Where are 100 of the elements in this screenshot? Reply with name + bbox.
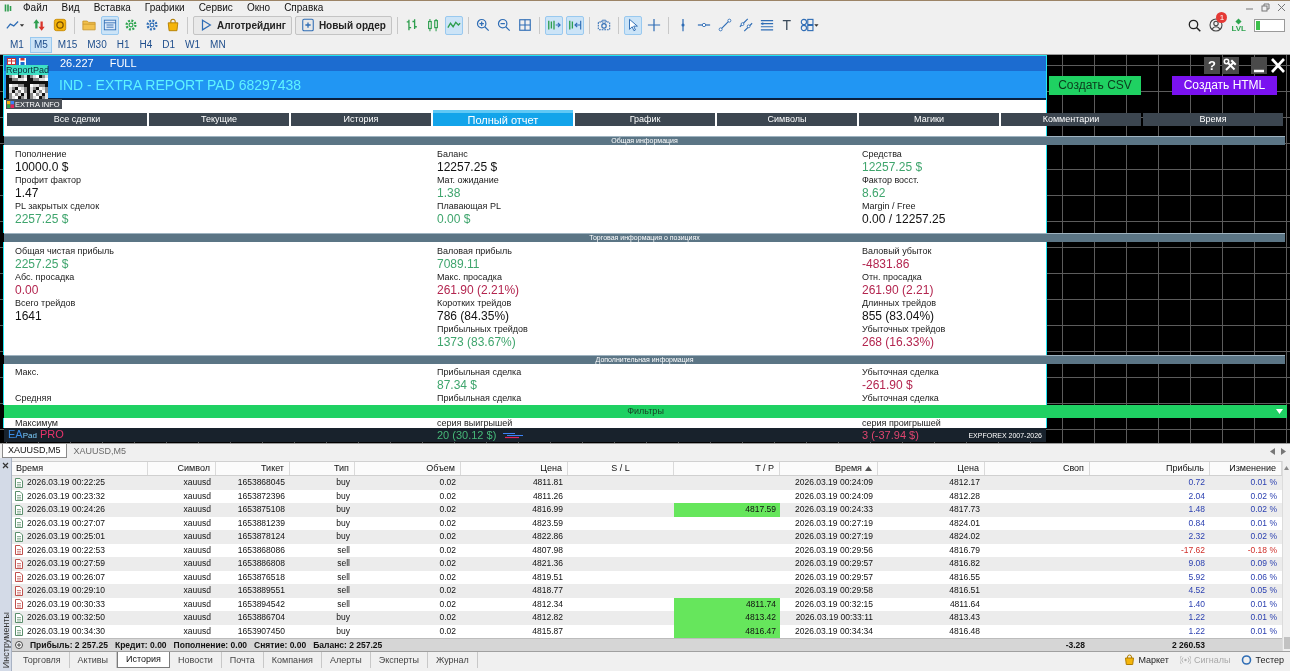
close-icon[interactable] (2, 462, 9, 469)
report-tab[interactable]: Комментарии (1001, 113, 1141, 126)
status-link[interactable]: Тестер (1241, 654, 1284, 666)
status-link[interactable]: Маркет (1124, 654, 1169, 666)
scroll-left-icon[interactable] (1270, 447, 1275, 455)
settings-icon (145, 18, 159, 32)
menu-item[interactable]: Файл (16, 1, 55, 14)
report-tab[interactable]: История (291, 113, 431, 126)
trendline-icon (717, 18, 732, 32)
table-cell-text: sell (336, 597, 351, 611)
table-cell-text: 2026.03.19 00:33:11 (794, 611, 874, 624)
create-report-button[interactable]: Создать CSV (1049, 76, 1141, 95)
column-header[interactable]: Объем (355, 462, 461, 475)
scroll-right-icon[interactable] (1281, 447, 1286, 455)
text-tool-button[interactable]: T (778, 15, 795, 35)
report-tab[interactable]: График (575, 113, 715, 126)
panel-tab[interactable]: Почта (221, 652, 264, 668)
timeframe-tab[interactable]: H1 (112, 37, 134, 53)
tool-button[interactable] (101, 15, 119, 35)
stat-value: 12257.25 $ (862, 160, 923, 174)
column-header[interactable]: S / L (568, 462, 674, 475)
plus-circle-icon[interactable] (15, 641, 23, 649)
chart-tab[interactable]: XAUUSD,M5 (2, 444, 67, 458)
tools-icon[interactable] (1222, 57, 1239, 74)
line-chart-menu-icon (6, 18, 25, 32)
lines-icon (759, 18, 774, 32)
column-header[interactable]: Тикет (216, 462, 290, 475)
menu-item[interactable]: Графики (137, 1, 192, 14)
scroll-thumb[interactable] (1283, 637, 1290, 649)
panel-tab[interactable]: Компания (263, 652, 322, 668)
panel-tab[interactable]: Журнал (427, 652, 478, 668)
stat-value: -4831.86 (862, 257, 910, 271)
column-header[interactable]: Время (12, 462, 148, 475)
account-icon[interactable] (1209, 18, 1224, 32)
column-header[interactable]: Тип (290, 462, 355, 475)
menu-item[interactable]: Сервис (191, 1, 240, 14)
column-header[interactable]: Время (780, 462, 878, 475)
toolbar-button[interactable]: Алготрейдинг (193, 15, 292, 35)
stat-label: Мат. ожидание (437, 175, 499, 186)
column-header[interactable]: Своп (985, 462, 1090, 475)
menu-item[interactable]: Справка (277, 1, 331, 14)
table-cell-text: buy (335, 530, 351, 543)
report-tab[interactable]: Символы (717, 113, 857, 126)
timeframe-tab[interactable]: MN (206, 37, 230, 53)
summary-item: Снятие: 0.00 (254, 639, 307, 651)
panel-tab[interactable]: Новости (169, 652, 222, 668)
menu-item[interactable]: Окно (239, 1, 278, 14)
report-tab[interactable]: Магики (859, 113, 999, 126)
tool-button[interactable] (444, 15, 463, 35)
tool-button[interactable] (623, 15, 642, 35)
create-report-button[interactable]: Создать HTML (1172, 76, 1277, 95)
summary-item: Кредит: 0.00 (114, 639, 167, 651)
panel-tab[interactable]: Эксперты (370, 652, 428, 668)
table-cell-text: 1.40 (1187, 597, 1206, 611)
table-cell: 4813.42 (674, 611, 780, 625)
grid-icon (517, 18, 532, 32)
table-cell-text: 0.02 (438, 611, 457, 624)
table-cell-text: 1653894542 (236, 597, 286, 611)
column-header[interactable]: T / P (674, 462, 780, 475)
stat-label: Максимум (15, 418, 59, 428)
timeframe-tab[interactable]: M15 (53, 37, 82, 53)
menu-item[interactable]: Вставка (86, 1, 138, 14)
chart-tab[interactable]: XAUUSD,M5 (66, 444, 134, 458)
table-cell-text: 1653889551 (236, 584, 286, 597)
timeframe-tab[interactable]: D1 (158, 37, 180, 53)
help-button[interactable]: ? (1204, 57, 1220, 74)
table-cell-text: 0.02 (438, 530, 457, 543)
tool-button[interactable] (544, 15, 563, 35)
column-header[interactable]: Цена (878, 462, 985, 475)
search-icon[interactable] (1188, 18, 1202, 32)
timeframe-tab[interactable]: H4 (135, 37, 157, 53)
stat-label: Валовая прибыль (437, 246, 512, 257)
stat-label: Общая чистая прибыль (15, 246, 115, 257)
timeframe-tab[interactable]: W1 (181, 37, 205, 53)
column-header[interactable]: Прибыль (1090, 462, 1210, 475)
stat-label: Длинных трейдов (862, 298, 936, 309)
report-tab[interactable]: Все сделки (7, 113, 147, 126)
panel-tab[interactable]: Алерты (322, 652, 371, 668)
column-header[interactable]: Символ (148, 462, 216, 475)
tool-button[interactable] (565, 15, 584, 35)
stat-value: 1.47 (15, 186, 39, 200)
table-cell-text: 0.01 % (1249, 476, 1278, 489)
restore-icon[interactable] (1261, 3, 1270, 12)
report-tab[interactable]: Текущие (149, 113, 289, 126)
timeframe-tab[interactable]: M30 (83, 37, 111, 53)
scrollbar[interactable] (1282, 461, 1290, 651)
toolbar-button[interactable]: Новый ордер (294, 15, 392, 35)
timeframe-tab[interactable]: M5 (29, 37, 52, 53)
table-cell-text: 4823.59 (531, 516, 564, 530)
stat-value: 1373 (83.67%) (437, 335, 516, 349)
timeframe-tab[interactable]: M1 (6, 37, 28, 53)
table-cell-text: -0.18 % (1246, 543, 1278, 557)
panel-tab[interactable]: История (117, 652, 170, 668)
menu-item[interactable]: Вид (54, 1, 87, 14)
panel-tab[interactable]: Торговля (15, 652, 70, 668)
stat-label: серия проигрышей (862, 418, 941, 428)
filters-bar[interactable]: Фильтры (4, 405, 1287, 418)
minimize-icon[interactable] (1251, 57, 1267, 74)
column-header[interactable]: Цена (461, 462, 568, 475)
report-tab[interactable]: Время (1143, 113, 1283, 126)
